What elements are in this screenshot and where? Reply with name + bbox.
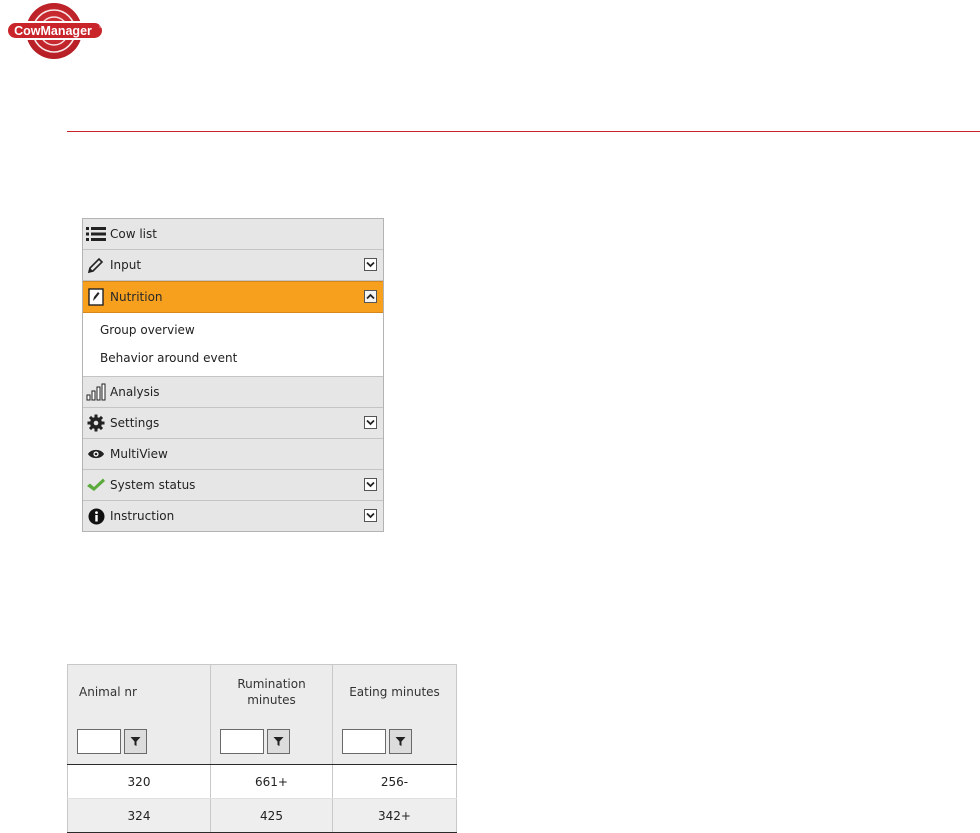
- pencil-icon: [85, 255, 107, 275]
- nav-item-label: Input: [110, 258, 142, 272]
- nav-item-label: MultiView: [110, 447, 168, 461]
- column-header-rumination-minutes[interactable]: Rumination minutes: [210, 664, 333, 718]
- eye-icon: [85, 444, 107, 464]
- nav-item-label: System status: [110, 478, 196, 492]
- list-icon: [85, 224, 107, 244]
- filter-cell: [332, 718, 457, 765]
- rumination-minutes-cell: 425: [210, 798, 333, 833]
- filter-cell: [210, 718, 333, 765]
- column-header-eating-minutes[interactable]: Eating minutes: [332, 664, 457, 718]
- animal-nr-cell: 320: [67, 764, 211, 799]
- nav-item-system-status[interactable]: System status: [83, 470, 383, 501]
- filter-cell: [67, 718, 211, 765]
- cow-data-table: Animal nr Rumination minutes Eating minu…: [67, 664, 457, 833]
- nav-item-label: Nutrition: [110, 290, 163, 304]
- chevron-down-icon[interactable]: [364, 478, 377, 491]
- nav-item-nutrition[interactable]: Nutrition: [83, 281, 383, 313]
- filter-button[interactable]: [124, 728, 147, 754]
- gear-icon: [85, 413, 107, 433]
- filter-icon: [273, 736, 284, 746]
- rumination-minutes-cell: 661+: [210, 764, 333, 799]
- nav-item-cow-list[interactable]: Cow list: [83, 219, 383, 250]
- nav-item-label: Settings: [110, 416, 160, 430]
- bar-chart-icon: [85, 382, 107, 402]
- check-icon: [85, 475, 107, 495]
- nav-item-multiview[interactable]: MultiView: [83, 439, 383, 470]
- chevron-up-icon[interactable]: [364, 290, 377, 303]
- animal-nr-filter-input[interactable]: [77, 728, 121, 754]
- animal-nr-cell: 324: [67, 798, 211, 833]
- eating-minutes-cell: 256-: [332, 764, 457, 799]
- chevron-down-icon[interactable]: [364, 509, 377, 522]
- info-icon: [85, 506, 107, 526]
- logo-text: CowManager: [14, 24, 92, 38]
- chevron-down-icon[interactable]: [364, 416, 377, 429]
- nav-item-settings[interactable]: Settings: [83, 408, 383, 439]
- nav-item-input[interactable]: Input: [83, 250, 383, 281]
- column-header-animal-nr[interactable]: Animal nr: [67, 664, 211, 718]
- eating-filter-input[interactable]: [342, 728, 386, 754]
- nav-item-instruction[interactable]: Instruction: [83, 501, 383, 531]
- nav-item-label: Cow list: [110, 227, 157, 241]
- nav-item-label: Instruction: [110, 509, 175, 523]
- navigation-menu: Cow list Input Nutrition Group overview …: [82, 218, 384, 532]
- submenu-item-group-overview[interactable]: Group overview: [83, 316, 383, 344]
- nutrition-submenu: Group overview Behavior around event: [83, 313, 383, 377]
- cowmanager-logo: CowManager ®: [4, 0, 108, 64]
- rumination-filter-input[interactable]: [220, 728, 264, 754]
- filter-button[interactable]: [389, 728, 412, 754]
- header-divider: [67, 131, 980, 132]
- nav-item-label: Analysis: [110, 385, 160, 399]
- nav-item-analysis[interactable]: Analysis: [83, 377, 383, 408]
- filter-icon: [130, 736, 141, 746]
- table-row[interactable]: 324 425 342+: [67, 798, 457, 833]
- submenu-item-behavior-around-event[interactable]: Behavior around event: [83, 344, 383, 372]
- table-row[interactable]: 320 661+ 256-: [67, 764, 457, 799]
- nutrition-icon: [85, 287, 107, 307]
- filter-button[interactable]: [267, 728, 290, 754]
- logo-graphic: CowManager ®: [6, 1, 104, 61]
- eating-minutes-cell: 342+: [332, 798, 457, 833]
- chevron-down-icon[interactable]: [364, 258, 377, 271]
- filter-icon: [395, 736, 406, 746]
- svg-text:®: ®: [99, 23, 103, 30]
